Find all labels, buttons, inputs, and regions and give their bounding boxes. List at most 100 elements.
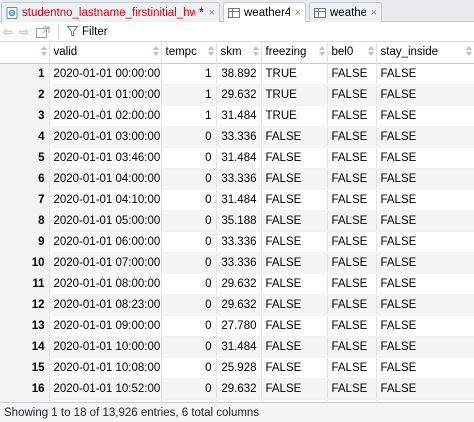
popout-window-icon[interactable] bbox=[36, 26, 50, 38]
table-cell: FALSE bbox=[327, 63, 377, 85]
table-cell: 29.632 bbox=[216, 378, 262, 400]
unsaved-marker: * bbox=[199, 6, 204, 19]
table-cell: 2020-01-01 09:00:00 bbox=[49, 315, 162, 337]
filter-button[interactable]: Filter bbox=[67, 26, 108, 38]
table-icon bbox=[228, 8, 240, 18]
row-number: 1 bbox=[0, 63, 50, 85]
table-cell: FALSE bbox=[376, 231, 474, 253]
funnel-icon bbox=[67, 26, 78, 37]
table-cell: 0 bbox=[161, 168, 217, 190]
table-cell: FALSE bbox=[376, 336, 474, 358]
row-number-header[interactable] bbox=[0, 42, 50, 64]
table-cell: 31.484 bbox=[216, 105, 262, 127]
table-cell: FALSE bbox=[327, 252, 377, 274]
column-header-freezing[interactable]: freezing bbox=[261, 42, 328, 64]
table-cell: FALSE bbox=[376, 189, 474, 211]
table-cell: 1 bbox=[161, 84, 217, 106]
table-cell: FALSE bbox=[261, 273, 328, 295]
sort-arrows-icon[interactable] bbox=[465, 46, 472, 58]
table-row: 1 2020-01-01 00:00:00 1 38.892 TRUE FALSE FALS… bbox=[0, 63, 474, 85]
column-header-label: skm bbox=[220, 46, 242, 59]
table-icon bbox=[314, 7, 326, 18]
table-cell: FALSE bbox=[327, 294, 377, 316]
column-header-label: tempc bbox=[165, 46, 197, 59]
table-cell: FALSE bbox=[327, 105, 377, 127]
table-cell: FALSE bbox=[376, 252, 474, 274]
table-cell: FALSE bbox=[376, 126, 474, 148]
data-viewer-toolbar: ⇦ ⇨ Filter bbox=[0, 22, 474, 42]
table-cell: 33.336 bbox=[216, 252, 262, 274]
table-cell: 0 bbox=[161, 315, 217, 337]
sort-arrows-icon[interactable] bbox=[207, 46, 214, 58]
table-cell: FALSE bbox=[261, 336, 328, 358]
table-row: 2 2020-01-01 01:00:00 1 29.632 TRUE FALSE FALS… bbox=[0, 84, 474, 106]
table-cell: 0 bbox=[161, 378, 217, 400]
back-arrow-icon[interactable]: ⇦ bbox=[0, 24, 16, 40]
table-cell: FALSE bbox=[327, 147, 377, 169]
table-cell: FALSE bbox=[261, 294, 328, 316]
table-cell: FALSE bbox=[261, 252, 328, 274]
table-row: 15 2020-01-01 10:08:00 0 25.928 FALSE FALSE FA… bbox=[0, 357, 474, 379]
row-number: 3 bbox=[0, 105, 50, 127]
table-cell: FALSE bbox=[261, 168, 328, 190]
column-header-valid[interactable]: valid bbox=[49, 42, 162, 64]
sort-arrows-icon[interactable] bbox=[318, 46, 325, 58]
table-cell: FALSE bbox=[261, 126, 328, 148]
table-row: 7 2020-01-01 04:10:00 0 31.484 FALSE FALSE FAL… bbox=[0, 189, 474, 211]
table-cell: TRUE bbox=[261, 63, 328, 85]
row-number: 13 bbox=[0, 315, 50, 337]
r-markdown-icon: R bbox=[6, 6, 18, 19]
table-cell: FALSE bbox=[376, 210, 474, 232]
table-cell: 2020-01-01 02:00:00 bbox=[49, 105, 162, 127]
table-row: 5 2020-01-01 03:46:00 0 31.484 FALSE FALSE FAL… bbox=[0, 147, 474, 169]
table-cell: FALSE bbox=[376, 378, 474, 400]
tab-rmarkdown-file[interactable]: R studentno_lastname_firstinitial_hw... … bbox=[1, 2, 220, 22]
close-tab-icon[interactable]: × bbox=[295, 7, 301, 19]
sort-arrows-icon[interactable] bbox=[152, 46, 159, 58]
table-cell: 0 bbox=[161, 294, 217, 316]
table-cell: FALSE bbox=[327, 273, 377, 295]
tab-weather[interactable]: weather × bbox=[309, 2, 382, 22]
table-cell: 2020-01-01 08:00:00 bbox=[49, 273, 162, 295]
sort-arrows-icon[interactable] bbox=[40, 46, 47, 58]
table-cell: FALSE bbox=[327, 189, 377, 211]
table-row: 6 2020-01-01 04:00:00 0 33.336 FALSE FALSE FAL… bbox=[0, 168, 474, 190]
tab-weather4[interactable]: weather4 × bbox=[223, 2, 306, 23]
table-cell: 2020-01-01 01:00:00 bbox=[49, 84, 162, 106]
table-cell: FALSE bbox=[376, 294, 474, 316]
row-number: 7 bbox=[0, 189, 50, 211]
table-cell: 2020-01-01 10:08:00 bbox=[49, 357, 162, 379]
table-cell: 29.632 bbox=[216, 294, 262, 316]
table-row: 3 2020-01-01 02:00:00 1 31.484 TRUE FALSE FALS… bbox=[0, 105, 474, 127]
column-header-stay-inside[interactable]: stay_inside bbox=[376, 42, 474, 64]
table-cell: FALSE bbox=[376, 357, 474, 379]
table-row: 14 2020-01-01 10:00:00 0 31.484 FALSE FALSE FA… bbox=[0, 336, 474, 358]
column-header-bel0[interactable]: bel0 bbox=[327, 42, 377, 64]
table-cell: FALSE bbox=[327, 336, 377, 358]
sort-arrows-icon[interactable] bbox=[367, 46, 374, 58]
table-cell: 1 bbox=[161, 105, 217, 127]
table-cell: FALSE bbox=[261, 378, 328, 400]
table-cell: 29.632 bbox=[216, 84, 262, 106]
table-cell: 2020-01-01 06:00:00 bbox=[49, 231, 162, 253]
row-number: 10 bbox=[0, 252, 50, 274]
table-cell: 2020-01-01 03:46:00 bbox=[49, 147, 162, 169]
editor-tab-bar: R studentno_lastname_firstinitial_hw... … bbox=[0, 0, 474, 23]
close-tab-icon[interactable]: × bbox=[209, 7, 215, 19]
sort-arrows-icon[interactable] bbox=[252, 46, 259, 58]
tab-label: weather bbox=[330, 6, 366, 19]
table-cell: 31.484 bbox=[216, 336, 262, 358]
table-row: 13 2020-01-01 09:00:00 0 27.780 FALSE FALSE FA… bbox=[0, 315, 474, 337]
table-row: 9 2020-01-01 06:00:00 0 33.336 FALSE FALSE FAL… bbox=[0, 231, 474, 253]
table-cell: FALSE bbox=[327, 126, 377, 148]
column-header-skm[interactable]: skm bbox=[216, 42, 262, 64]
row-number: 4 bbox=[0, 126, 50, 148]
table-cell: 2020-01-01 04:00:00 bbox=[49, 168, 162, 190]
column-header-tempc[interactable]: tempc bbox=[161, 42, 217, 64]
table-row: 11 2020-01-01 08:00:00 0 29.632 FALSE FALSE FA… bbox=[0, 273, 474, 295]
forward-arrow-icon[interactable]: ⇨ bbox=[16, 24, 32, 40]
table-cell: 31.484 bbox=[216, 147, 262, 169]
table-cell: FALSE bbox=[376, 105, 474, 127]
close-tab-icon[interactable]: × bbox=[371, 7, 377, 19]
table-cell: FALSE bbox=[327, 231, 377, 253]
